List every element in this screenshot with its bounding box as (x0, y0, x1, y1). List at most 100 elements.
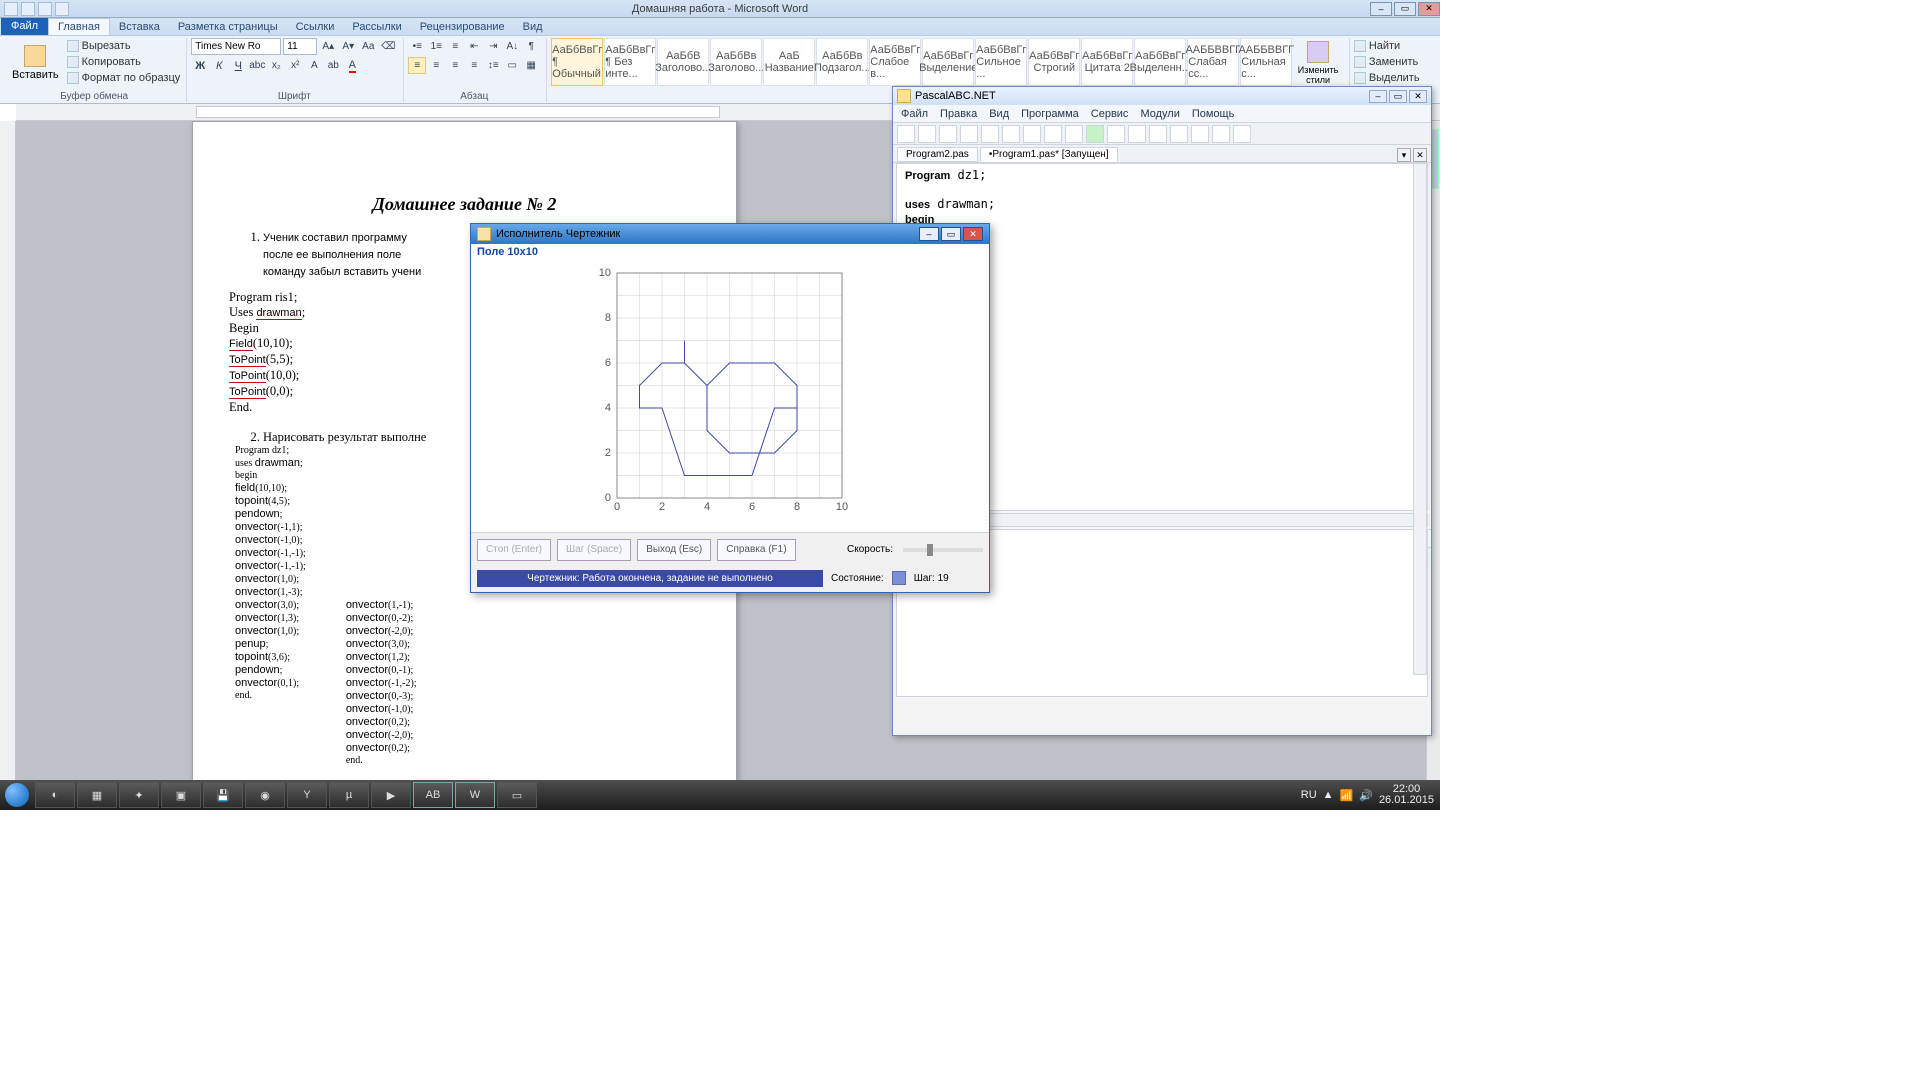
taskbar-app-5[interactable]: 💾 (203, 782, 243, 808)
shrink-font-icon[interactable]: A▾ (339, 38, 357, 55)
taskbar-chrome[interactable]: ◉ (245, 782, 285, 808)
style-13[interactable]: ААББВВГГСильная с... (1240, 38, 1292, 86)
strike-icon[interactable]: abc (248, 57, 266, 74)
tray-flag-icon[interactable]: ▲ (1323, 789, 1334, 801)
pascal-title-bar[interactable]: PascalABC.NET – ▭ ✕ (893, 87, 1431, 105)
align-right-icon[interactable]: ≡ (446, 57, 464, 74)
tabs-dropdown-icon[interactable]: ▾ (1397, 148, 1411, 162)
paste-icon[interactable] (1023, 125, 1041, 143)
style-3[interactable]: АаБбВвЗаголово... (710, 38, 762, 86)
run-icon[interactable] (1086, 125, 1104, 143)
save-icon[interactable] (21, 2, 35, 16)
menu-service[interactable]: Сервис (1091, 108, 1129, 120)
menu-edit[interactable]: Правка (940, 108, 977, 120)
draw-minimize-icon[interactable]: – (919, 227, 939, 241)
slider-handle[interactable] (927, 544, 933, 556)
toggle2-icon[interactable] (1191, 125, 1209, 143)
pascal-close-icon[interactable]: ✕ (1409, 90, 1427, 103)
borders-icon[interactable]: ▦ (522, 57, 540, 74)
taskbar-app-4[interactable]: ▣ (161, 782, 201, 808)
taskbar-app-1[interactable]: ◐ (35, 782, 75, 808)
cut-button[interactable]: Вырезать (67, 38, 181, 53)
tab-references[interactable]: Ссылки (287, 19, 344, 35)
menu-program[interactable]: Программа (1021, 108, 1079, 120)
tab-program2[interactable]: Program2.pas (897, 147, 978, 162)
taskbar-app-2[interactable]: ▦ (77, 782, 117, 808)
taskbar-utorrent[interactable]: µ (329, 782, 369, 808)
change-case-icon[interactable]: Aa (359, 38, 377, 55)
help-button[interactable]: Справка (F1) (717, 539, 795, 561)
toggle4-icon[interactable] (1233, 125, 1251, 143)
superscript-icon[interactable]: x² (286, 57, 304, 74)
font-name-combo[interactable]: Times New Ro (191, 38, 281, 55)
taskbar-pascal[interactable]: AB (413, 782, 453, 808)
style-12[interactable]: ААББВВГГСлабая сс... (1187, 38, 1239, 86)
numbering-icon[interactable]: 1≡ (427, 38, 445, 55)
cut-icon[interactable] (981, 125, 999, 143)
step-over-icon[interactable] (1149, 125, 1167, 143)
highlight-icon[interactable]: ab (324, 57, 342, 74)
tab-home[interactable]: Главная (48, 18, 110, 35)
text-effects-icon[interactable]: A (305, 57, 323, 74)
align-left-icon[interactable]: ≡ (408, 57, 426, 74)
minimize-icon[interactable]: – (1370, 2, 1392, 16)
tab-layout[interactable]: Разметка страницы (169, 19, 287, 35)
bullets-icon[interactable]: •≡ (408, 38, 426, 55)
menu-help[interactable]: Помощь (1192, 108, 1235, 120)
new-file-icon[interactable] (897, 125, 915, 143)
tab-mailings[interactable]: Рассылки (343, 19, 410, 35)
indent-dec-icon[interactable]: ⇤ (465, 38, 483, 55)
undo-icon[interactable] (38, 2, 52, 16)
tray-volume-icon[interactable]: 🔊 (1359, 789, 1373, 802)
tab-view[interactable]: Вид (514, 19, 552, 35)
clear-format-icon[interactable]: ⌫ (379, 38, 397, 55)
step-into-icon[interactable] (1128, 125, 1146, 143)
justify-icon[interactable]: ≡ (465, 57, 483, 74)
toggle3-icon[interactable] (1212, 125, 1230, 143)
stop-icon[interactable] (1107, 125, 1125, 143)
exit-button[interactable]: Выход (Esc) (637, 539, 711, 561)
tab-program1[interactable]: •Program1.pas* [Запущен] (980, 147, 1118, 162)
style-8[interactable]: АаБбВвГгСильное ... (975, 38, 1027, 86)
font-size-combo[interactable]: 11 (283, 38, 317, 55)
tray-clock[interactable]: 22:0026.01.2015 (1379, 784, 1434, 806)
bold-icon[interactable]: Ж (191, 57, 209, 74)
style-1[interactable]: АаБбВвГг¶ Без инте... (604, 38, 656, 86)
taskbar-player[interactable]: ▶ (371, 782, 411, 808)
copy-icon[interactable] (1002, 125, 1020, 143)
italic-icon[interactable]: К (210, 57, 228, 74)
vertical-ruler[interactable] (0, 121, 16, 780)
tabs-close-icon[interactable]: ✕ (1413, 148, 1427, 162)
replace-button[interactable]: Заменить (1354, 54, 1418, 69)
style-10[interactable]: АаБбВвГгЦитата 2 (1081, 38, 1133, 86)
open-file-icon[interactable] (918, 125, 936, 143)
taskbar-yandex[interactable]: Y (287, 782, 327, 808)
show-marks-icon[interactable]: ¶ (522, 38, 540, 55)
speed-slider[interactable] (903, 548, 983, 552)
grow-font-icon[interactable]: A▴ (319, 38, 337, 55)
find-button[interactable]: Найти (1354, 38, 1400, 53)
style-4[interactable]: АаБНазвание (763, 38, 815, 86)
maximize-icon[interactable]: ▭ (1394, 2, 1416, 16)
close-icon[interactable]: ✕ (1418, 2, 1440, 16)
align-center-icon[interactable]: ≡ (427, 57, 445, 74)
pascal-minimize-icon[interactable]: – (1369, 90, 1387, 103)
select-button[interactable]: Выделить (1354, 70, 1420, 85)
style-9[interactable]: АаБбВвГгСтрогий (1028, 38, 1080, 86)
menu-file[interactable]: Файл (901, 108, 928, 120)
pascal-editor-vscroll[interactable] (1413, 163, 1427, 675)
format-painter-button[interactable]: Формат по образцу (67, 70, 181, 85)
start-button[interactable] (0, 780, 34, 810)
menu-view[interactable]: Вид (989, 108, 1009, 120)
file-tab[interactable]: Файл (1, 17, 48, 35)
toggle-icon[interactable] (1170, 125, 1188, 143)
style-5[interactable]: АаБбВвПодзагол... (816, 38, 868, 86)
taskbar-app-x[interactable]: ▭ (497, 782, 537, 808)
tab-insert[interactable]: Вставка (110, 19, 169, 35)
taskbar-word[interactable]: W (455, 782, 495, 808)
change-styles-button[interactable]: Изменить стили (1293, 38, 1343, 88)
taskbar-app-3[interactable]: ✦ (119, 782, 159, 808)
menu-modules[interactable]: Модули (1140, 108, 1179, 120)
font-color-icon[interactable]: A (343, 57, 361, 74)
tab-review[interactable]: Рецензирование (411, 19, 514, 35)
